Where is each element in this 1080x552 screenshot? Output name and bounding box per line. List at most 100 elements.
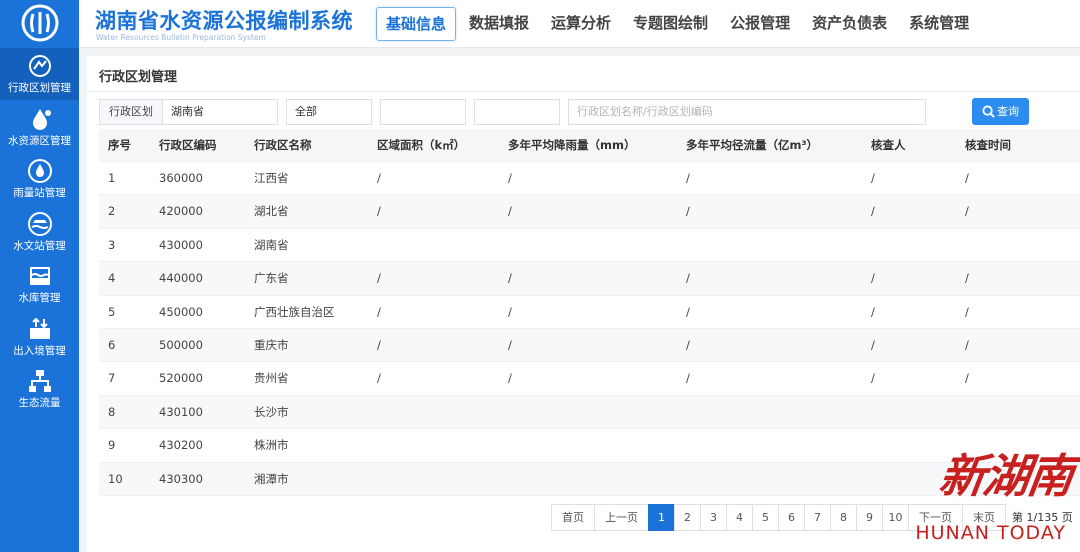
- table-cell: /: [965, 271, 969, 286]
- top-menu-item-5[interactable]: 公报管理: [721, 7, 799, 41]
- table-cell: 1: [108, 171, 116, 185]
- hydrology-station-icon: [27, 211, 52, 236]
- prev-page-button[interactable]: 上一页: [594, 504, 649, 531]
- table-cell: /: [965, 171, 969, 185]
- query-label: 查询: [997, 105, 1019, 118]
- watermark-logo-text: 新湖南: [935, 449, 1076, 503]
- table-cell: /: [377, 171, 381, 185]
- top-menu-item-6[interactable]: 资产负债表: [803, 7, 896, 41]
- sidebar-item-5[interactable]: 水库管理: [0, 258, 79, 310]
- top-header: 湖南省水资源公报编制系统 Water Resources Bulletin Pr…: [79, 0, 1080, 48]
- table-row[interactable]: 5 450000 广西壮族自治区 / / / / /: [99, 295, 1080, 329]
- table-cell: /: [686, 271, 690, 286]
- table-cell: 湘潭市: [254, 471, 289, 486]
- table-cell: 6: [108, 337, 116, 352]
- table-cell: /: [377, 304, 381, 319]
- table-cell: /: [508, 204, 512, 219]
- table-cell: [677, 429, 862, 461]
- table-cell: 湖北省: [254, 204, 289, 219]
- sidebar-item-3[interactable]: 雨量站管理: [0, 153, 79, 205]
- ecological-flow-icon: [28, 370, 51, 392]
- table-cell: /: [508, 337, 512, 352]
- top-menu-item-4[interactable]: 专题图绘制: [624, 7, 717, 41]
- column-header: 区域面积（k㎡）: [377, 138, 466, 152]
- top-menu-item-7[interactable]: 系统管理: [900, 7, 978, 41]
- table-cell: /: [965, 337, 969, 352]
- search-input[interactable]: 行政区划名称/行政区划编码: [568, 99, 926, 125]
- table-cell: 3: [108, 237, 116, 252]
- table-cell: 贵州省: [254, 371, 289, 386]
- table-row[interactable]: 6 500000 重庆市 / / / / /: [99, 328, 1080, 363]
- table-header: 序号 行政区编码 行政区名称 区域面积（k㎡） 多年平均降雨量（mm） 多年平均径流量（亿…: [99, 129, 1080, 162]
- table-cell: /: [871, 337, 875, 352]
- page-button[interactable]: 4: [726, 504, 753, 531]
- level-select[interactable]: 全部: [286, 99, 372, 125]
- table-cell: [368, 229, 499, 261]
- table-row[interactable]: 2 420000 湖北省 / / / / /: [99, 195, 1080, 229]
- sidebar-item-label: 行政区划管理: [8, 82, 71, 94]
- water-resource-zone-icon: [32, 108, 51, 130]
- top-menu-item-3[interactable]: 运算分析: [542, 7, 620, 41]
- table-cell: /: [377, 271, 381, 286]
- table-cell: 5: [108, 304, 116, 319]
- table-row[interactable]: 8 430100 长沙市: [99, 395, 1080, 430]
- filter-field-4[interactable]: [474, 99, 560, 125]
- table-cell: 430300: [159, 471, 203, 486]
- reservoir-icon: [29, 267, 50, 285]
- table-row[interactable]: 3 430000 湖南省: [99, 228, 1080, 263]
- sidebar-item-label: 雨量站管理: [13, 187, 66, 199]
- table-cell: /: [965, 204, 969, 219]
- page-button[interactable]: 6: [778, 504, 805, 531]
- filter-field-3[interactable]: [380, 99, 466, 125]
- table-row[interactable]: 7 520000 贵州省 / / / / /: [99, 362, 1080, 396]
- table-cell: [499, 229, 677, 261]
- page-button[interactable]: 7: [804, 504, 831, 531]
- table-cell: [862, 396, 956, 428]
- table-cell: 广西壮族自治区: [254, 304, 335, 319]
- title-divider: [87, 91, 1080, 92]
- sidebar-item-label: 出入境管理: [13, 344, 66, 357]
- page-button[interactable]: 1: [648, 504, 675, 531]
- top-menu-item-2[interactable]: 数据填报: [460, 7, 538, 41]
- sidebar: 行政区划管理水资源区管理雨量站管理水文站管理 水库管理出入境管理生态流量: [0, 0, 79, 552]
- table-cell: 7: [108, 371, 116, 386]
- news-watermark: 新湖南 HUNAN TODAY: [896, 440, 1080, 552]
- inflow-outflow-icon: [29, 317, 50, 339]
- app-logo: [0, 0, 79, 46]
- water-logo-icon: [21, 4, 58, 42]
- table-cell: 广东省: [254, 271, 289, 286]
- table-cell: [956, 229, 1080, 261]
- table-cell: [368, 396, 499, 428]
- top-menu-item-1[interactable]: 基础信息: [376, 7, 457, 41]
- table-row[interactable]: 4 440000 广东省 / / / / /: [99, 262, 1080, 296]
- page-button[interactable]: 9: [856, 504, 883, 531]
- sidebar-item-6[interactable]: 出入境管理: [0, 311, 79, 363]
- rain-station-icon: [27, 159, 52, 183]
- page-button[interactable]: 8: [830, 504, 857, 531]
- table-cell: /: [377, 371, 381, 386]
- province-select[interactable]: 湖南省: [162, 99, 278, 125]
- column-header: 行政区名称: [254, 138, 312, 152]
- table-cell: /: [508, 271, 512, 286]
- table-cell: /: [871, 171, 875, 185]
- table-cell: /: [686, 304, 690, 319]
- page-button[interactable]: 3: [700, 504, 727, 531]
- app-subtitle: Water Resources Bulletin Preparation Sys…: [96, 33, 266, 42]
- app-title: 湖南省水资源公报编制系统: [95, 9, 353, 33]
- table-cell: 450000: [159, 304, 203, 319]
- page-button[interactable]: 2: [674, 504, 701, 531]
- table-cell: /: [686, 371, 690, 386]
- table-row[interactable]: 1 360000 江西省 / / / / /: [99, 162, 1080, 196]
- first-page-button[interactable]: 首页: [551, 504, 595, 531]
- page-button[interactable]: 5: [752, 504, 779, 531]
- sidebar-item-4[interactable]: 水文站管理: [0, 206, 79, 258]
- column-header: 序号: [108, 138, 131, 152]
- column-header: 多年平均降雨量（mm）: [508, 138, 636, 152]
- query-button[interactable]: 查询: [972, 98, 1029, 125]
- table-cell: /: [377, 337, 381, 352]
- table-cell: 8: [108, 404, 116, 419]
- table-cell: /: [965, 371, 969, 386]
- sidebar-item-7[interactable]: 生态流量: [0, 363, 79, 415]
- sidebar-item-1[interactable]: 行政区划管理: [0, 48, 79, 100]
- sidebar-item-2[interactable]: 水资源区管理: [0, 101, 79, 153]
